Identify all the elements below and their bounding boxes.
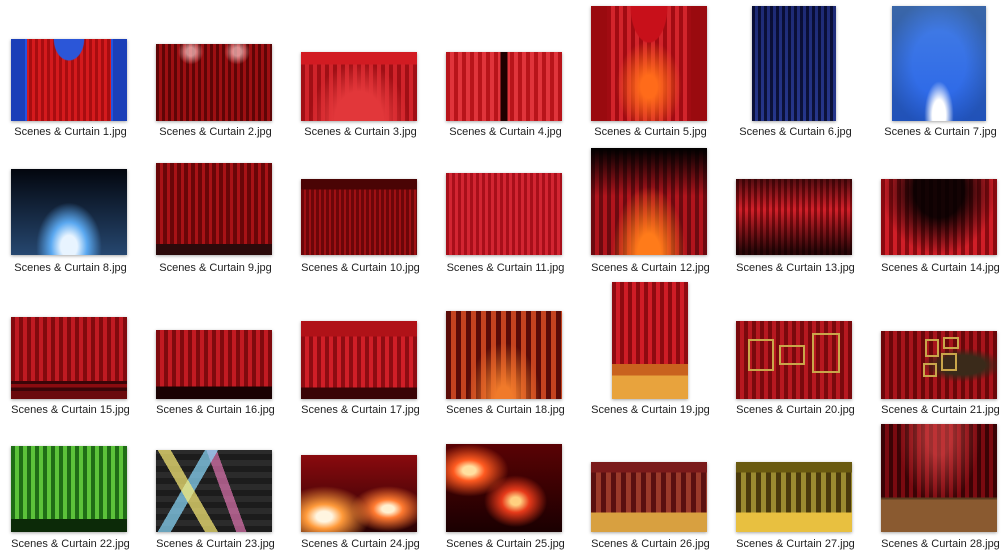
thumbnail-grid: Scenes & Curtain 1.jpg Scenes & Curtain … bbox=[0, 0, 1005, 554]
file-name: Scenes & Curtain 22.jpg bbox=[11, 538, 130, 550]
file-name: Scenes & Curtain 19.jpg bbox=[591, 404, 710, 416]
file-name: Scenes & Curtain 16.jpg bbox=[156, 404, 275, 416]
file-name: Scenes & Curtain 20.jpg bbox=[736, 404, 855, 416]
file-name: Scenes & Curtain 21.jpg bbox=[881, 404, 1000, 416]
file-item[interactable]: Scenes & Curtain 5.jpg bbox=[578, 6, 723, 140]
file-item[interactable]: Scenes & Curtain 21.jpg bbox=[868, 284, 1005, 418]
file-name: Scenes & Curtain 15.jpg bbox=[11, 404, 130, 416]
file-item[interactable]: Scenes & Curtain 24.jpg bbox=[288, 418, 433, 552]
thumbnail bbox=[446, 311, 562, 399]
picture-frame bbox=[812, 333, 840, 373]
thumbnail bbox=[11, 169, 127, 255]
file-name: Scenes & Curtain 1.jpg bbox=[14, 126, 127, 138]
file-item[interactable]: Scenes & Curtain 19.jpg bbox=[578, 282, 723, 418]
thumbnail bbox=[156, 44, 272, 121]
file-name: Scenes & Curtain 27.jpg bbox=[736, 538, 855, 550]
file-item[interactable]: Scenes & Curtain 14.jpg bbox=[868, 142, 1005, 276]
file-name: Scenes & Curtain 23.jpg bbox=[156, 538, 275, 550]
file-name: Scenes & Curtain 3.jpg bbox=[304, 126, 417, 138]
thumbnail bbox=[301, 179, 417, 255]
file-item[interactable]: Scenes & Curtain 22.jpg bbox=[0, 418, 143, 552]
thumbnail bbox=[11, 446, 127, 532]
thumbnail bbox=[446, 173, 562, 255]
file-name: Scenes & Curtain 28.jpg bbox=[881, 538, 1000, 550]
file-name: Scenes & Curtain 13.jpg bbox=[736, 262, 855, 274]
thumbnail bbox=[591, 148, 707, 255]
file-item[interactable]: Scenes & Curtain 11.jpg bbox=[433, 142, 578, 276]
file-name: Scenes & Curtain 6.jpg bbox=[739, 126, 852, 138]
picture-frame bbox=[925, 339, 939, 357]
thumbnail bbox=[881, 331, 997, 399]
file-item[interactable]: Scenes & Curtain 1.jpg bbox=[0, 6, 143, 140]
file-name: Scenes & Curtain 9.jpg bbox=[159, 262, 272, 274]
thumbnail bbox=[752, 6, 836, 121]
thumbnail bbox=[156, 163, 272, 255]
thumbnail bbox=[301, 455, 417, 532]
file-name: Scenes & Curtain 14.jpg bbox=[881, 262, 1000, 274]
thumbnail bbox=[301, 321, 417, 399]
thumbnail bbox=[446, 52, 562, 121]
file-name: Scenes & Curtain 24.jpg bbox=[301, 538, 420, 550]
file-item[interactable]: Scenes & Curtain 10.jpg bbox=[288, 142, 433, 276]
thumbnail bbox=[736, 179, 852, 255]
file-item[interactable]: Scenes & Curtain 2.jpg bbox=[143, 6, 288, 140]
file-item[interactable]: Scenes & Curtain 13.jpg bbox=[723, 142, 868, 276]
file-item[interactable]: Scenes & Curtain 26.jpg bbox=[578, 418, 723, 552]
file-item[interactable]: Scenes & Curtain 20.jpg bbox=[723, 284, 868, 418]
file-item[interactable]: Scenes & Curtain 4.jpg bbox=[433, 6, 578, 140]
thumbnail bbox=[612, 282, 688, 399]
file-item[interactable]: Scenes & Curtain 3.jpg bbox=[288, 6, 433, 140]
thumbnail bbox=[11, 317, 127, 399]
thumbnail bbox=[446, 444, 562, 532]
file-name: Scenes & Curtain 17.jpg bbox=[301, 404, 420, 416]
file-item[interactable]: Scenes & Curtain 7.jpg bbox=[868, 6, 1005, 140]
picture-frame bbox=[941, 353, 957, 371]
file-name: Scenes & Curtain 12.jpg bbox=[591, 262, 710, 274]
picture-frame bbox=[923, 363, 937, 377]
file-item[interactable]: Scenes & Curtain 17.jpg bbox=[288, 284, 433, 418]
file-name: Scenes & Curtain 2.jpg bbox=[159, 126, 272, 138]
file-item[interactable]: Scenes & Curtain 27.jpg bbox=[723, 418, 868, 552]
thumbnail bbox=[11, 39, 127, 121]
thumbnail bbox=[301, 52, 417, 121]
file-item[interactable]: Scenes & Curtain 8.jpg bbox=[0, 142, 143, 276]
thumbnail bbox=[591, 462, 707, 532]
thumbnail bbox=[156, 330, 272, 399]
file-name: Scenes & Curtain 25.jpg bbox=[446, 538, 565, 550]
picture-frame bbox=[779, 345, 805, 365]
file-name: Scenes & Curtain 5.jpg bbox=[594, 126, 707, 138]
file-name: Scenes & Curtain 7.jpg bbox=[884, 126, 997, 138]
thumbnail bbox=[881, 424, 997, 532]
thumbnail bbox=[591, 6, 707, 121]
file-item[interactable]: Scenes & Curtain 18.jpg bbox=[433, 284, 578, 418]
file-item[interactable]: Scenes & Curtain 6.jpg bbox=[723, 6, 868, 140]
thumbnail bbox=[736, 462, 852, 532]
file-name: Scenes & Curtain 18.jpg bbox=[446, 404, 565, 416]
file-name: Scenes & Curtain 26.jpg bbox=[591, 538, 710, 550]
thumbnail bbox=[881, 179, 997, 255]
thumbnail bbox=[892, 6, 986, 121]
file-item[interactable]: Scenes & Curtain 28.jpg bbox=[868, 418, 1005, 552]
picture-frame bbox=[748, 339, 774, 371]
file-item[interactable]: Scenes & Curtain 25.jpg bbox=[433, 418, 578, 552]
file-name: Scenes & Curtain 8.jpg bbox=[14, 262, 127, 274]
file-name: Scenes & Curtain 10.jpg bbox=[301, 262, 420, 274]
file-item[interactable]: Scenes & Curtain 12.jpg bbox=[578, 142, 723, 276]
file-item[interactable]: Scenes & Curtain 9.jpg bbox=[143, 142, 288, 276]
thumbnail bbox=[736, 321, 852, 399]
file-name: Scenes & Curtain 4.jpg bbox=[449, 126, 562, 138]
file-name: Scenes & Curtain 11.jpg bbox=[446, 262, 565, 274]
file-item[interactable]: Scenes & Curtain 16.jpg bbox=[143, 284, 288, 418]
file-item[interactable]: Scenes & Curtain 15.jpg bbox=[0, 284, 143, 418]
thumbnail bbox=[156, 450, 272, 532]
picture-frame bbox=[943, 337, 959, 349]
file-item[interactable]: Scenes & Curtain 23.jpg bbox=[143, 418, 288, 552]
